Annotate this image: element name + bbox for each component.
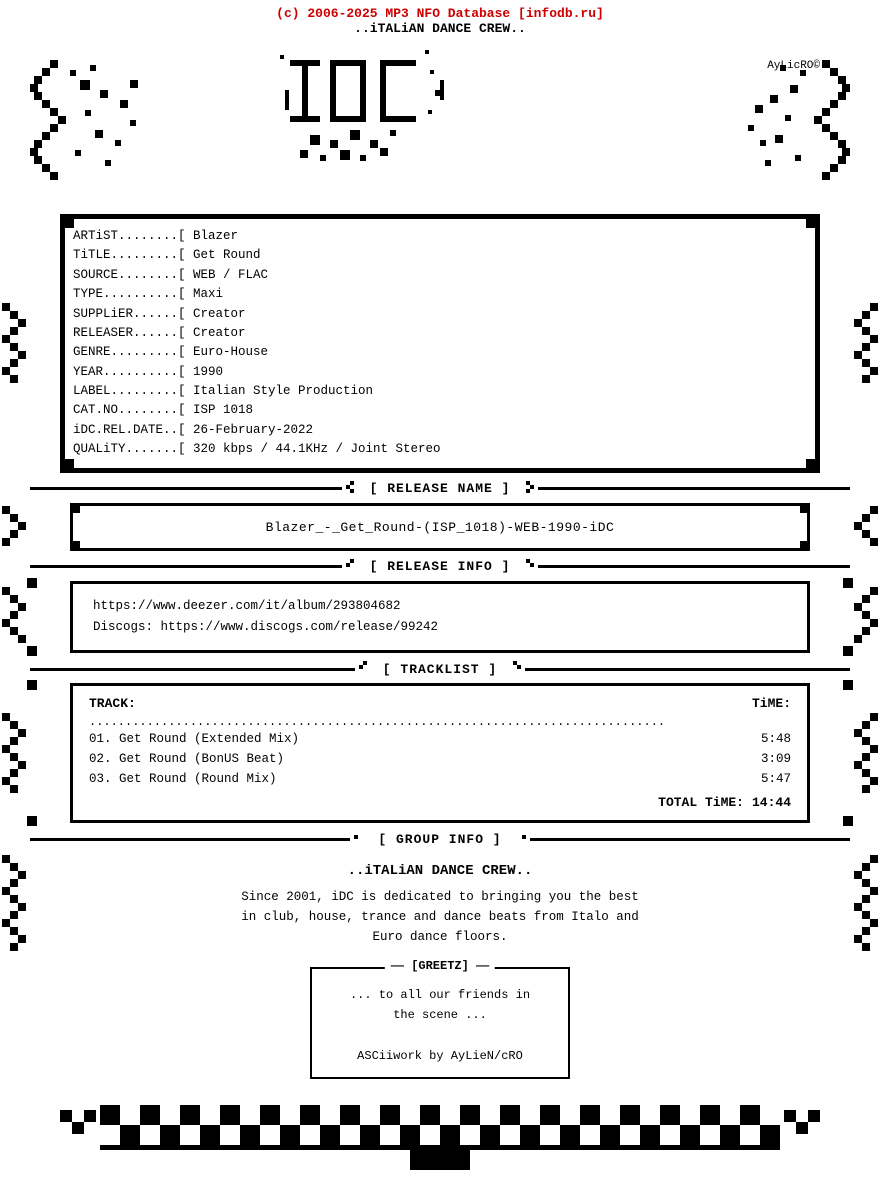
greetz-header: —— [GREETZ] —— (385, 959, 495, 973)
tracklist-title-bar: [ TRACKLIST ] (30, 661, 850, 677)
table-row: 01. Get Round (Extended Mix) 5:48 (89, 729, 791, 749)
artist-info-section: ARTiST........[ Blazer TiTLE.........[ G… (30, 214, 850, 473)
greetz-line1: ... to all our friends in (328, 985, 552, 1005)
title-bar-right-line2 (538, 565, 850, 568)
title-bar3-icon-left (355, 661, 371, 677)
title-bar-icon-left (342, 481, 358, 497)
title-bar2-icon-left (342, 559, 358, 575)
tracklist-col-headers: TRACK: TiME: (89, 696, 791, 711)
bottom-deco-svg (0, 1095, 880, 1175)
time-col-header: TiME: (752, 696, 791, 711)
total-time: 14:44 (752, 795, 791, 810)
side-deco-rel-info-right (848, 587, 878, 647)
side-deco-tracklist-left (2, 713, 32, 793)
track-3-title: 03. Get Round (Round Mix) (89, 769, 277, 789)
group-name: ..iTALiAN DANCE CREW.. (90, 863, 790, 879)
subtitle-line: ..iTALiAN DANCE CREW.. (0, 21, 880, 36)
greetz-box: —— [GREETZ] —— ... to all our friends in… (310, 967, 570, 1079)
release-name-section: Blazer_-_Get_Round-(ISP_1018)-WEB-1990-i… (30, 503, 850, 551)
release-info-title-bar: [ RELEASE INFO ] (30, 559, 850, 575)
tracklist-section: TRACK: TiME: ...........................… (30, 683, 850, 823)
greetz-section: —— [GREETZ] —— ... to all our friends in… (0, 967, 880, 1079)
group-info-header: [ GROUP INFO ] (372, 832, 507, 847)
release-info-header: [ RELEASE INFO ] (364, 559, 517, 574)
release-info-line1: https://www.deezer.com/it/album/29380468… (93, 596, 787, 617)
watermark: AyLicRO© (767, 60, 820, 72)
release-name-header: [ RELEASE NAME ] (364, 481, 517, 496)
title-bar-right-line3 (525, 668, 850, 671)
greetz-line2: the scene ... (328, 1005, 552, 1025)
group-info-section: ..iTALiAN DANCE CREW.. Since 2001, iDC i… (30, 853, 850, 957)
group-info-box: ..iTALiAN DANCE CREW.. Since 2001, iDC i… (70, 853, 810, 957)
title-bar4-icon-right (514, 831, 530, 847)
release-info-section: https://www.deezer.com/it/album/29380468… (30, 581, 850, 654)
track-1-title: 01. Get Round (Extended Mix) (89, 729, 299, 749)
left-deco (30, 50, 150, 200)
title-bar3-icon-right (509, 661, 525, 677)
track-1-time: 5:48 (761, 729, 791, 749)
table-row: 02. Get Round (BonUS Beat) 3:09 (89, 749, 791, 769)
copyright-line: (c) 2006-2025 MP3 NFO Database [infodb.r… (0, 0, 880, 21)
release-name-text: Blazer_-_Get_Round-(ISP_1018)-WEB-1990-i… (266, 520, 615, 535)
tracklist-dots: ........................................… (89, 715, 791, 729)
title-bar-left-line4 (30, 838, 350, 841)
title-bar2-icon-right (522, 559, 538, 575)
total-label: TOTAL TiME: (658, 795, 744, 810)
group-info-title-bar: [ GROUP INFO ] (30, 831, 850, 847)
track-3-time: 5:47 (761, 769, 791, 789)
title-bar-left-line (30, 487, 342, 490)
artist-info-box: ARTiST........[ Blazer TiTLE.........[ G… (60, 214, 820, 473)
title-bar-left-line3 (30, 668, 355, 671)
side-deco-group-right (848, 855, 878, 955)
main-logo (280, 40, 600, 205)
side-deco-right (848, 303, 878, 383)
side-deco-group-left (2, 855, 32, 955)
title-bar-left-line2 (30, 565, 342, 568)
title-bar-icon-right (522, 481, 538, 497)
tracklist-box: TRACK: TiME: ...........................… (70, 683, 810, 823)
side-deco-tracklist-right (848, 713, 878, 793)
right-deco (730, 50, 850, 200)
group-desc: Since 2001, iDC is dedicated to bringing… (230, 887, 650, 947)
title-bar4-icon-left (350, 831, 366, 847)
greetz-line3: ASCiiwork by AyLieN/cRO (328, 1046, 552, 1066)
track-2-time: 3:09 (761, 749, 791, 769)
side-deco-rel-name-right (848, 502, 878, 552)
release-name-box: Blazer_-_Get_Round-(ISP_1018)-WEB-1990-i… (70, 503, 810, 551)
release-info-box: https://www.deezer.com/it/album/29380468… (70, 581, 810, 654)
title-bar-right-line4 (530, 838, 850, 841)
artist-line: ARTiST........[ Blazer TiTLE.........[ G… (73, 227, 807, 460)
logo-area: AyLicRO© (0, 40, 880, 210)
title-bar-right-line (538, 487, 850, 490)
tracklist-header: [ TRACKLIST ] (377, 662, 503, 677)
track-col-header: TRACK: (89, 696, 136, 711)
release-info-line2: Discogs: https://www.discogs.com/release… (93, 617, 787, 638)
release-name-title-bar: [ RELEASE NAME ] (30, 481, 850, 497)
side-deco-rel-info-left (2, 587, 32, 647)
bottom-deco-area (0, 1095, 880, 1180)
total-time-row: TOTAL TiME: 14:44 (89, 795, 791, 810)
side-deco-left (2, 303, 32, 383)
side-deco-rel-name-left (2, 502, 32, 552)
table-row: 03. Get Round (Round Mix) 5:47 (89, 769, 791, 789)
track-2-title: 02. Get Round (BonUS Beat) (89, 749, 284, 769)
